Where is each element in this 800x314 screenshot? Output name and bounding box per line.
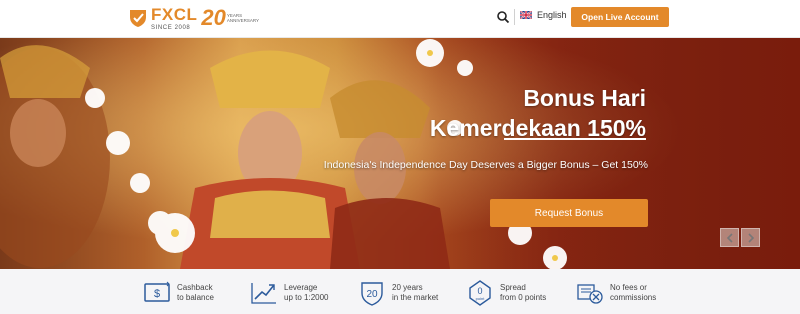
features-bar: $ Cashback to balance Leverage up to 1:2… xyxy=(0,269,800,314)
feature-line2: commissions xyxy=(610,293,657,302)
hero-banner: Bonus Hari Kemerdekaan 150% Indonesia's … xyxy=(0,38,800,269)
feature-line2: from 0 points xyxy=(500,293,547,302)
shield-20-icon: 20 xyxy=(361,282,383,306)
feature-line2: in the market xyxy=(392,293,439,302)
logo-name: FXCL xyxy=(151,4,198,24)
hero-dancers-image xyxy=(0,38,800,269)
feature-no-fees: No fees or commissions xyxy=(576,280,656,306)
language-selector[interactable]: English xyxy=(520,10,567,20)
site-header: FXCL SINCE 2008 20 YEARS ANNIVERSARY Eng… xyxy=(0,0,800,38)
logo-shield-icon xyxy=(130,10,146,27)
logo[interactable]: FXCL SINCE 2008 20 YEARS ANNIVERSARY xyxy=(128,4,260,32)
hero-title-underline xyxy=(504,138,646,140)
feature-line1: 20 years xyxy=(392,283,423,292)
feature-line1: Spread xyxy=(500,283,526,292)
spread-badge-text: 0 xyxy=(477,286,482,296)
feature-leverage: Leverage up to 1:2000 xyxy=(250,280,328,306)
anniversary-number: 20 xyxy=(201,5,226,30)
feature-experience: 20 20 years in the market xyxy=(358,280,438,306)
open-live-account-button[interactable]: Open Live Account xyxy=(571,7,669,27)
uk-flag-icon xyxy=(520,11,532,19)
chevron-right-icon xyxy=(747,232,754,243)
feature-spread: 0 point Spread from 0 points xyxy=(466,280,546,306)
anniversary-text: YEARS ANNIVERSARY xyxy=(226,12,260,23)
no-fees-icon xyxy=(577,284,603,304)
cashback-icon: $ xyxy=(144,281,170,302)
hero-title: Bonus Hari Kemerdekaan 150% xyxy=(429,85,646,141)
carousel-prev-button[interactable] xyxy=(720,228,739,247)
logo-since: SINCE 2008 xyxy=(151,24,191,31)
language-label: English xyxy=(537,10,567,20)
hero-subtitle: Indonesia's Independence Day Deserves a … xyxy=(323,159,648,171)
chevron-left-icon xyxy=(726,232,733,243)
feature-cashback: $ Cashback to balance xyxy=(143,280,214,306)
search-icon[interactable] xyxy=(496,10,510,24)
svg-text:$: $ xyxy=(154,288,160,300)
leverage-chart-icon xyxy=(251,283,276,304)
spread-0-icon: 0 point xyxy=(469,280,491,306)
feature-line1: Cashback xyxy=(177,283,213,292)
feature-line1: No fees or xyxy=(610,283,647,292)
spread-badge-sub: point xyxy=(476,296,486,301)
header-divider xyxy=(514,9,515,25)
carousel-next-button[interactable] xyxy=(741,228,760,247)
feature-line2: up to 1:2000 xyxy=(284,293,329,302)
shield-badge-text: 20 xyxy=(366,289,378,300)
request-bonus-button[interactable]: Request Bonus xyxy=(490,199,648,227)
feature-line1: Leverage xyxy=(284,283,318,292)
feature-line2: to balance xyxy=(177,293,214,302)
